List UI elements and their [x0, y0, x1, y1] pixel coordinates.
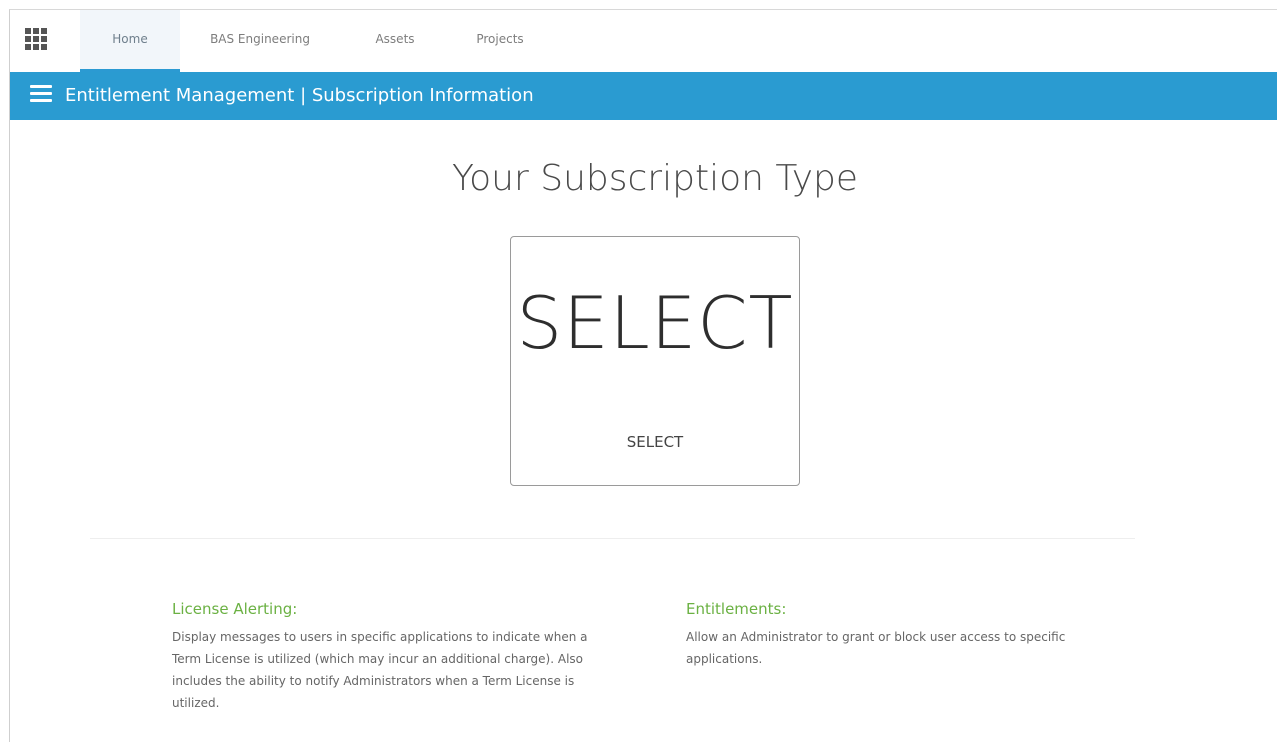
- hamburger-icon[interactable]: [30, 85, 52, 105]
- header-bar: Entitlement Management | Subscription In…: [10, 72, 1277, 120]
- tab-assets[interactable]: Assets: [360, 10, 430, 72]
- subscription-select-card[interactable]: SELECT SELECT: [510, 236, 800, 486]
- entitlements-text: Allow an Administrator to grant or block…: [686, 630, 1066, 666]
- select-card-label: SELECT: [626, 433, 684, 451]
- select-card-heading: SELECT: [516, 281, 794, 365]
- section-divider: [90, 538, 1135, 539]
- license-alerting-text: Display messages to users in specific ap…: [172, 630, 588, 710]
- grid-icon[interactable]: [25, 28, 47, 50]
- page-header-title: Entitlement Management | Subscription In…: [65, 85, 534, 106]
- page-title: Your Subscription Type: [451, 158, 859, 199]
- license-alerting-title: License Alerting:: [172, 600, 298, 618]
- top-navigation: Home BAS Engineering Assets Projects: [10, 10, 1277, 72]
- entitlements-title: Entitlements:: [686, 600, 787, 618]
- tab-projects[interactable]: Projects: [460, 10, 540, 72]
- tab-bas-engineering[interactable]: BAS Engineering: [190, 10, 330, 72]
- tab-home[interactable]: Home: [80, 10, 180, 72]
